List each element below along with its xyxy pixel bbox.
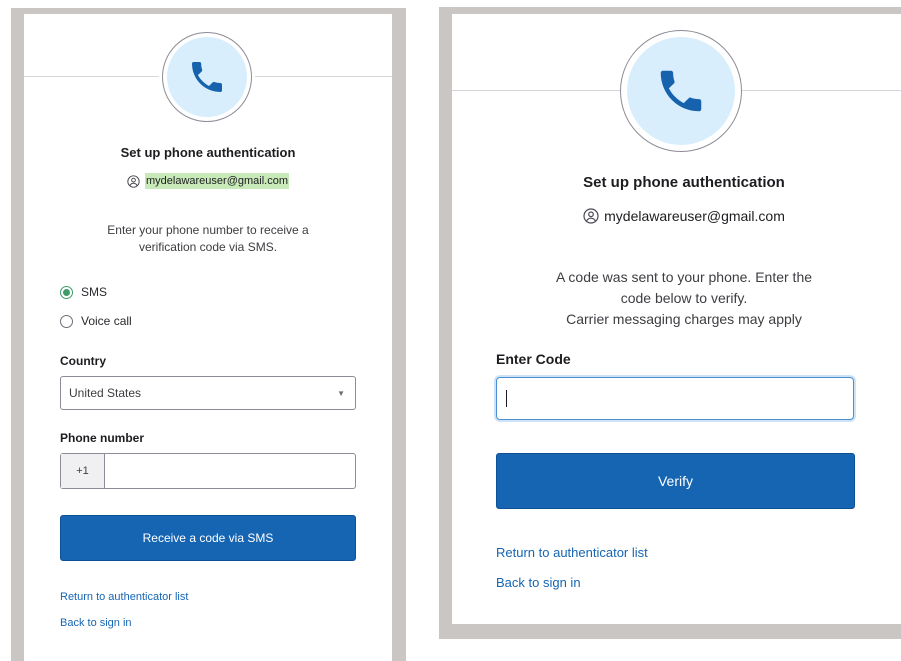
return-to-authenticator-list-link[interactable]: Return to authenticator list [496,545,648,560]
message-line-2: code below to verify. [620,290,748,306]
instruction-line-2: verification code via SMS. [138,240,278,254]
radio-sms-button[interactable] [60,285,73,299]
phone-field: +1 [60,453,356,489]
receive-code-button-label: Receive a code via SMS [142,531,274,545]
code-sent-message: A code was sent to your phone. Enter the… [467,267,901,330]
user-identifier: mydelawareuser@gmail.com [24,173,392,189]
header-divider-right [742,90,901,91]
phone-badge [620,30,742,152]
country-value: United States [69,386,142,400]
back-to-sign-in-link[interactable]: Back to sign in [496,575,581,590]
receive-code-button[interactable]: Receive a code via SMS [60,515,356,561]
instruction-line-1: Enter your phone number to receive a [107,223,309,237]
phone-badge [162,32,252,122]
chevron-down-icon: ▼ [337,388,345,398]
right-panel: Set up phone authentication mydelawareus… [452,14,901,624]
phone-badge-inner [627,37,735,145]
header-divider-left [452,90,620,91]
radio-voice-call-button[interactable] [60,314,73,328]
code-input[interactable] [496,377,854,420]
page-title: Set up phone authentication [583,174,785,191]
phone-badge-inner [167,37,247,117]
page-title: Set up phone authentication [120,145,296,160]
text-cursor [506,390,507,407]
country-label: Country [60,354,106,368]
radio-sms-label: SMS [81,285,108,299]
instruction-text: Enter your phone number to receive a ver… [24,222,392,256]
phone-label: Phone number [60,431,145,445]
user-identifier: mydelawareuser@gmail.com [467,208,901,224]
message-line-1: A code was sent to your phone. Enter the [555,269,813,285]
phone-icon [192,62,222,92]
country-code-prefix: +1 [61,454,105,488]
back-to-sign-in-link[interactable]: Back to sign in [60,617,132,629]
radio-voice-call[interactable]: Voice call [60,314,132,328]
radio-voice-call-label: Voice call [81,314,132,328]
phone-icon [660,70,702,112]
user-icon [127,174,140,188]
user-icon [583,208,599,224]
verify-button[interactable]: Verify [496,453,855,509]
message-line-3: Carrier messaging charges may apply [566,311,802,327]
left-panel: Set up phone authentication mydelawareus… [24,14,392,661]
return-to-authenticator-list-link[interactable]: Return to authenticator list [60,591,188,603]
phone-number-input[interactable] [105,454,355,488]
header-divider-right [255,76,392,77]
country-select[interactable]: United States ▼ [60,376,356,410]
enter-code-label: Enter Code [496,351,571,367]
verify-button-label: Verify [657,473,693,489]
header-divider-left [24,76,159,77]
radio-sms[interactable]: SMS [60,285,107,299]
user-email: mydelawareuser@gmail.com [145,173,289,189]
user-email: mydelawareuser@gmail.com [604,208,785,224]
